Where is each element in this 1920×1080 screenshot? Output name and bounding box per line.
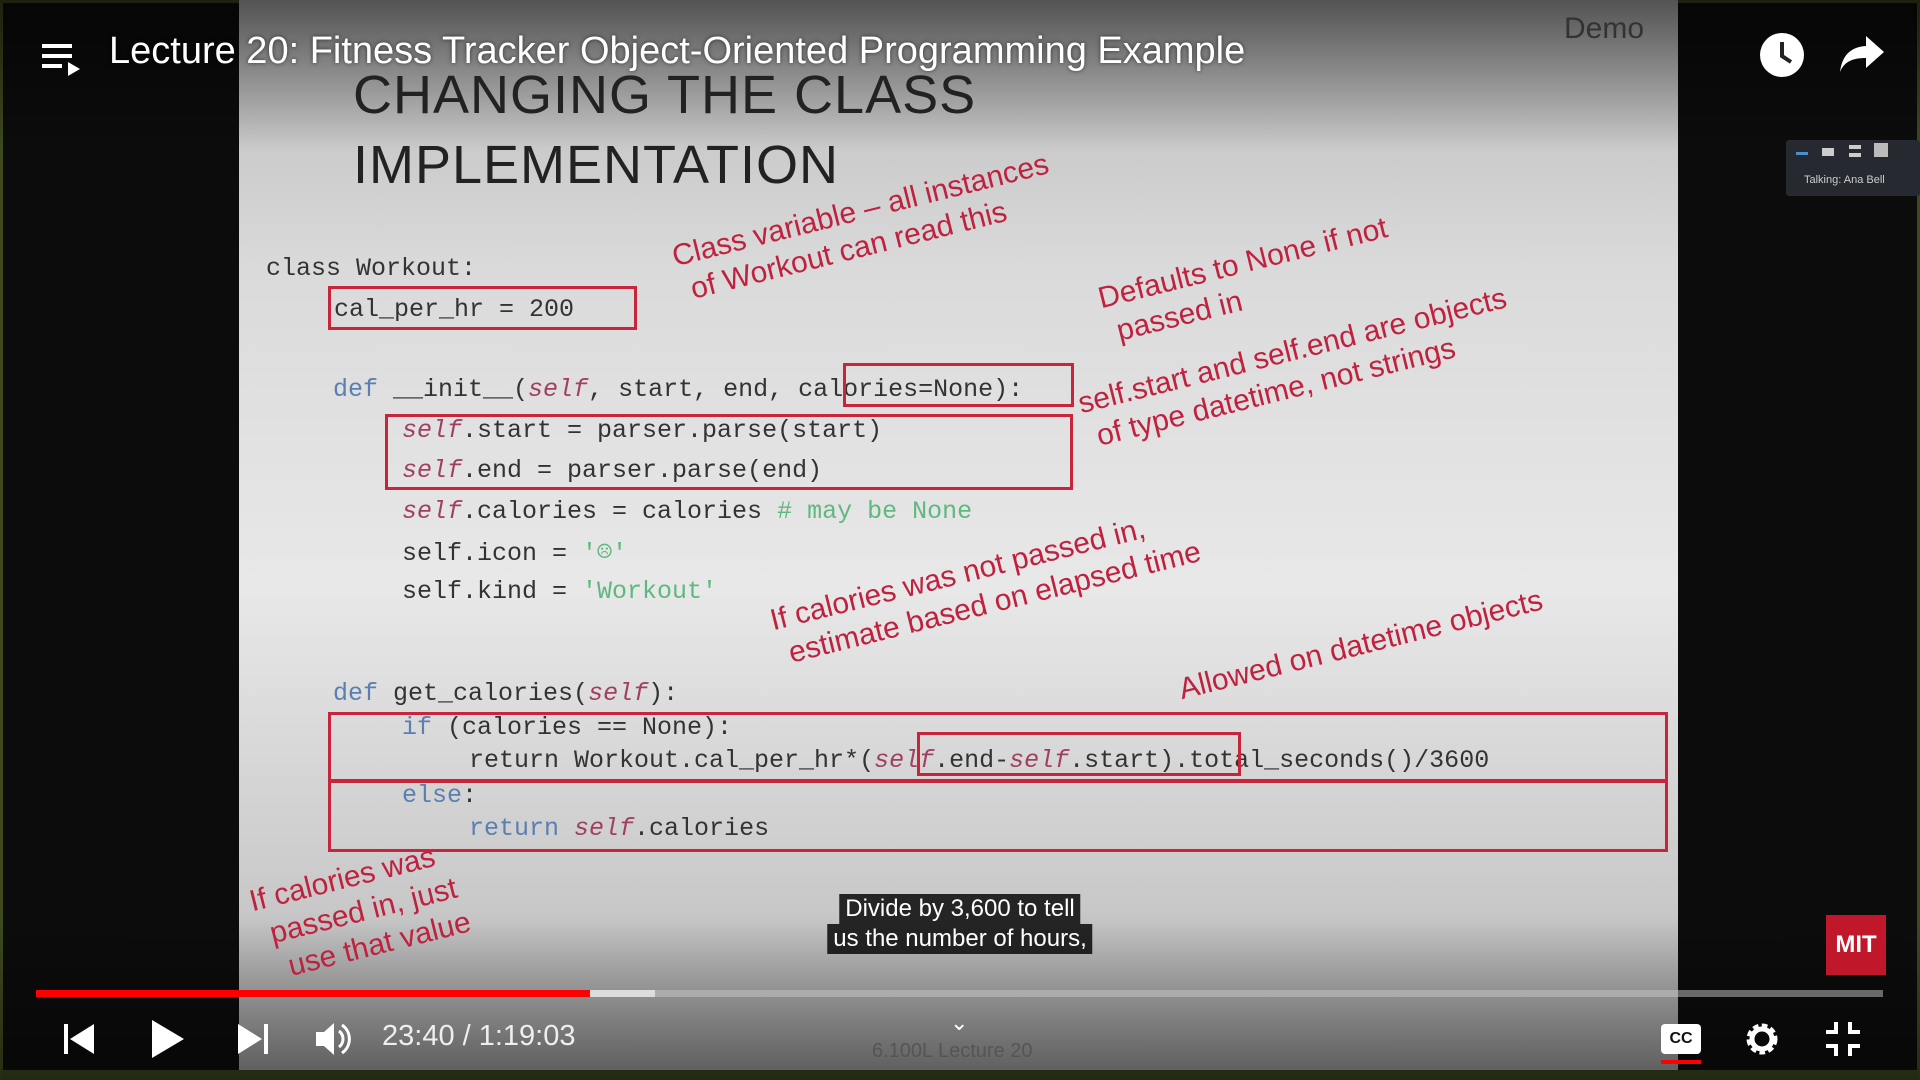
chevron-down-icon[interactable]: ⌄ xyxy=(950,1010,968,1036)
share-button[interactable] xyxy=(1838,34,1886,74)
volume-icon xyxy=(316,1023,351,1055)
code-line: self.kind = 'Workout' xyxy=(402,577,718,606)
highlight-box xyxy=(328,780,1668,852)
side-view-icon[interactable] xyxy=(1849,145,1861,157)
video-title[interactable]: Lecture 20: Fitness Tracker Object-Orien… xyxy=(109,30,1245,73)
caption-line: Divide by 3,600 to tell xyxy=(839,894,1081,924)
captions-button[interactable]: CC xyxy=(1661,1024,1701,1064)
slide-heading-2: IMPLEMENTATION xyxy=(353,135,840,195)
gear-icon xyxy=(1746,1023,1778,1055)
played-bar xyxy=(36,990,591,997)
watch-later-button[interactable] xyxy=(1759,32,1805,78)
highlight-box xyxy=(385,414,1073,490)
highlight-box xyxy=(328,286,637,330)
highlight-box xyxy=(843,363,1074,407)
highlight-box xyxy=(328,712,1668,782)
mit-logo[interactable]: MIT xyxy=(1826,915,1886,975)
captions-on-indicator xyxy=(1661,1060,1701,1064)
caption-line: us the number of hours, xyxy=(827,924,1093,954)
next-button[interactable] xyxy=(236,1022,270,1056)
slide-footer: 6.100L Lecture 20 xyxy=(872,1040,1033,1062)
play-icon xyxy=(152,1020,184,1058)
clock-icon xyxy=(1760,33,1804,77)
slide-heading-1: CHANGING THE CLASS xyxy=(353,65,977,125)
settings-button[interactable] xyxy=(1743,1020,1781,1058)
volume-button[interactable] xyxy=(314,1020,354,1058)
talking-label: Talking: Ana Bell xyxy=(1804,174,1885,186)
cc-icon: CC xyxy=(1661,1024,1701,1054)
code-line: self.icon = '☹' xyxy=(402,539,628,568)
previous-icon xyxy=(64,1024,94,1054)
play-button[interactable] xyxy=(150,1018,186,1060)
code-line: def get_calories(self): xyxy=(333,679,679,708)
progress-bar[interactable] xyxy=(36,990,1883,997)
slide-tag: Demo xyxy=(1564,12,1645,45)
gallery-view-icon[interactable] xyxy=(1822,148,1834,156)
exit-fullscreen-icon xyxy=(1826,1022,1860,1056)
speaker-view-icon[interactable] xyxy=(1796,152,1808,155)
share-icon xyxy=(1840,36,1884,72)
time-display: 23:40 / 1:19:03 xyxy=(382,1020,576,1052)
zoom-view-panel[interactable]: Talking: Ana Bell xyxy=(1786,140,1920,196)
grid-view-icon[interactable] xyxy=(1874,143,1888,157)
next-icon xyxy=(238,1024,268,1054)
code-line: class Workout: xyxy=(266,254,477,283)
exit-fullscreen-button[interactable] xyxy=(1824,1020,1862,1058)
code-line: self.calories = calories # may be None xyxy=(402,497,973,526)
previous-button[interactable] xyxy=(62,1022,96,1056)
playlist-button[interactable] xyxy=(40,40,82,76)
playlist-icon xyxy=(42,44,80,76)
